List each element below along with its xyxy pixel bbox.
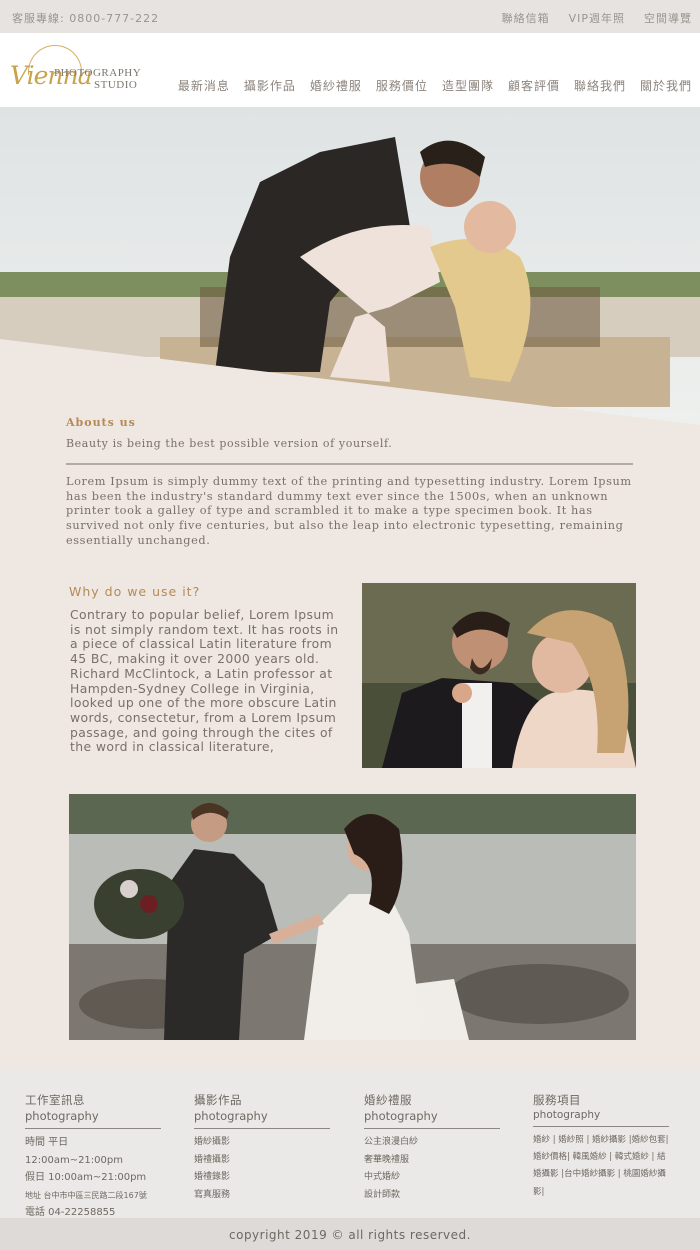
top-link-email[interactable]: 聯絡信箱 (502, 10, 550, 26)
studio-logo[interactable]: Vienna PHOTOGRAPHY STUDIO (10, 43, 145, 99)
nav-pricing[interactable]: 服務價位 (376, 77, 428, 94)
footer-gowns-subtitle: photography (364, 1109, 438, 1123)
footer-weekday-hours: 時間 平日12:00am~21:00pm (25, 1137, 123, 1166)
nav-about[interactable]: 關於我們 (640, 77, 692, 94)
footer-works-title: 攝影作品 (194, 1093, 242, 1107)
nav-gowns[interactable]: 婚紗禮服 (310, 77, 362, 94)
main-nav: 最新消息 攝影作品 婚紗禮服 服務價位 造型團隊 顧客評價 聯絡我們 關於我們 (178, 77, 692, 94)
footer-divider (194, 1128, 330, 1129)
nav-works[interactable]: 攝影作品 (244, 77, 296, 94)
hero-diagonal-cut (0, 339, 700, 427)
top-link-tour[interactable]: 空間導覽 (644, 10, 692, 26)
footer-works: 攝影作品 photography 婚紗攝影 婚禮攝影 婚禮錄影 寫真服務 (194, 1092, 330, 1204)
footer-studio-subtitle: photography (25, 1109, 99, 1123)
hero-image (0, 107, 700, 427)
footer-gowns-link[interactable]: 公主浪漫白紗 (364, 1134, 500, 1152)
about-body: Lorem Ipsum is simply dummy text of the … (66, 475, 632, 547)
copyright-text: copyright 2019 © all rights reserved. (0, 1218, 700, 1250)
footer-gowns-link[interactable]: 設計師款 (364, 1187, 500, 1205)
site-header: Vienna PHOTOGRAPHY STUDIO 最新消息 攝影作品 婚紗禮服… (0, 33, 700, 107)
lakeside-couple-photo (69, 794, 636, 1040)
about-subtitle: Beauty is being the best possible versio… (66, 437, 393, 450)
top-bar: 客服專線: 0800-777-222 聯絡信箱 VIP週年照 空間導覽 (0, 0, 700, 33)
hotline-text: 客服專線: 0800-777-222 (12, 12, 160, 25)
footer-divider (25, 1128, 161, 1129)
footer-gowns: 婚紗禮服 photography 公主浪漫白紗 奢華晚禮服 中式婚紗 設計師款 (364, 1092, 500, 1204)
logo-line2: STUDIO (94, 79, 138, 91)
nav-news[interactable]: 最新消息 (178, 77, 230, 94)
nav-styling-team[interactable]: 造型團隊 (442, 77, 494, 94)
footer-studio-info: 工作室訊息 photography 時間 平日12:00am~21:00pm 假… (25, 1092, 161, 1222)
footer-gowns-link[interactable]: 奢華晚禮服 (364, 1152, 500, 1170)
logo-line1: PHOTOGRAPHY (54, 67, 142, 79)
top-links: 聯絡信箱 VIP週年照 空間導覽 (502, 10, 692, 26)
footer-works-subtitle: photography (194, 1109, 268, 1123)
footer-gowns-title: 婚紗禮服 (364, 1093, 412, 1107)
site-footer: 工作室訊息 photography 時間 平日12:00am~21:00pm 假… (0, 1070, 700, 1218)
footer-weekend-hours: 假日 10:00am~21:00pm (25, 1172, 147, 1183)
footer-divider (364, 1128, 500, 1129)
footer-studio-title: 工作室訊息 (25, 1093, 85, 1107)
footer-works-link[interactable]: 寫真服務 (194, 1187, 330, 1205)
about-title: Abouts us (66, 416, 136, 429)
footer-address: 地址 台中市中區三民路二段167號 (25, 1190, 147, 1200)
about-divider (66, 463, 633, 465)
footer-gowns-link[interactable]: 中式婚紗 (364, 1169, 500, 1187)
nav-reviews[interactable]: 顧客評價 (508, 77, 560, 94)
footer-services: 服務項目 photography 婚紗 | 婚紗照 | 婚紗攝影 |婚紗包套| … (533, 1092, 669, 1201)
top-link-vip[interactable]: VIP週年照 (569, 10, 625, 26)
footer-services-subtitle: photography (533, 1109, 601, 1121)
couple-photo (362, 583, 636, 768)
footer-works-link[interactable]: 婚禮攝影 (194, 1152, 330, 1170)
why-title: Why do we use it? (69, 584, 201, 599)
footer-works-link[interactable]: 婚紗攝影 (194, 1134, 330, 1152)
nav-contact[interactable]: 聯絡我們 (574, 77, 626, 94)
footer-divider (533, 1126, 669, 1127)
footer-services-text[interactable]: 婚紗 | 婚紗照 | 婚紗攝影 |婚紗包套| 婚紗價格| 韓風婚紗 | 韓式婚紗… (533, 1132, 669, 1201)
why-body: Contrary to popular belief, Lorem Ipsum … (70, 608, 339, 755)
footer-services-title: 服務項目 (533, 1093, 581, 1107)
footer-works-link[interactable]: 婚禮錄影 (194, 1169, 330, 1187)
